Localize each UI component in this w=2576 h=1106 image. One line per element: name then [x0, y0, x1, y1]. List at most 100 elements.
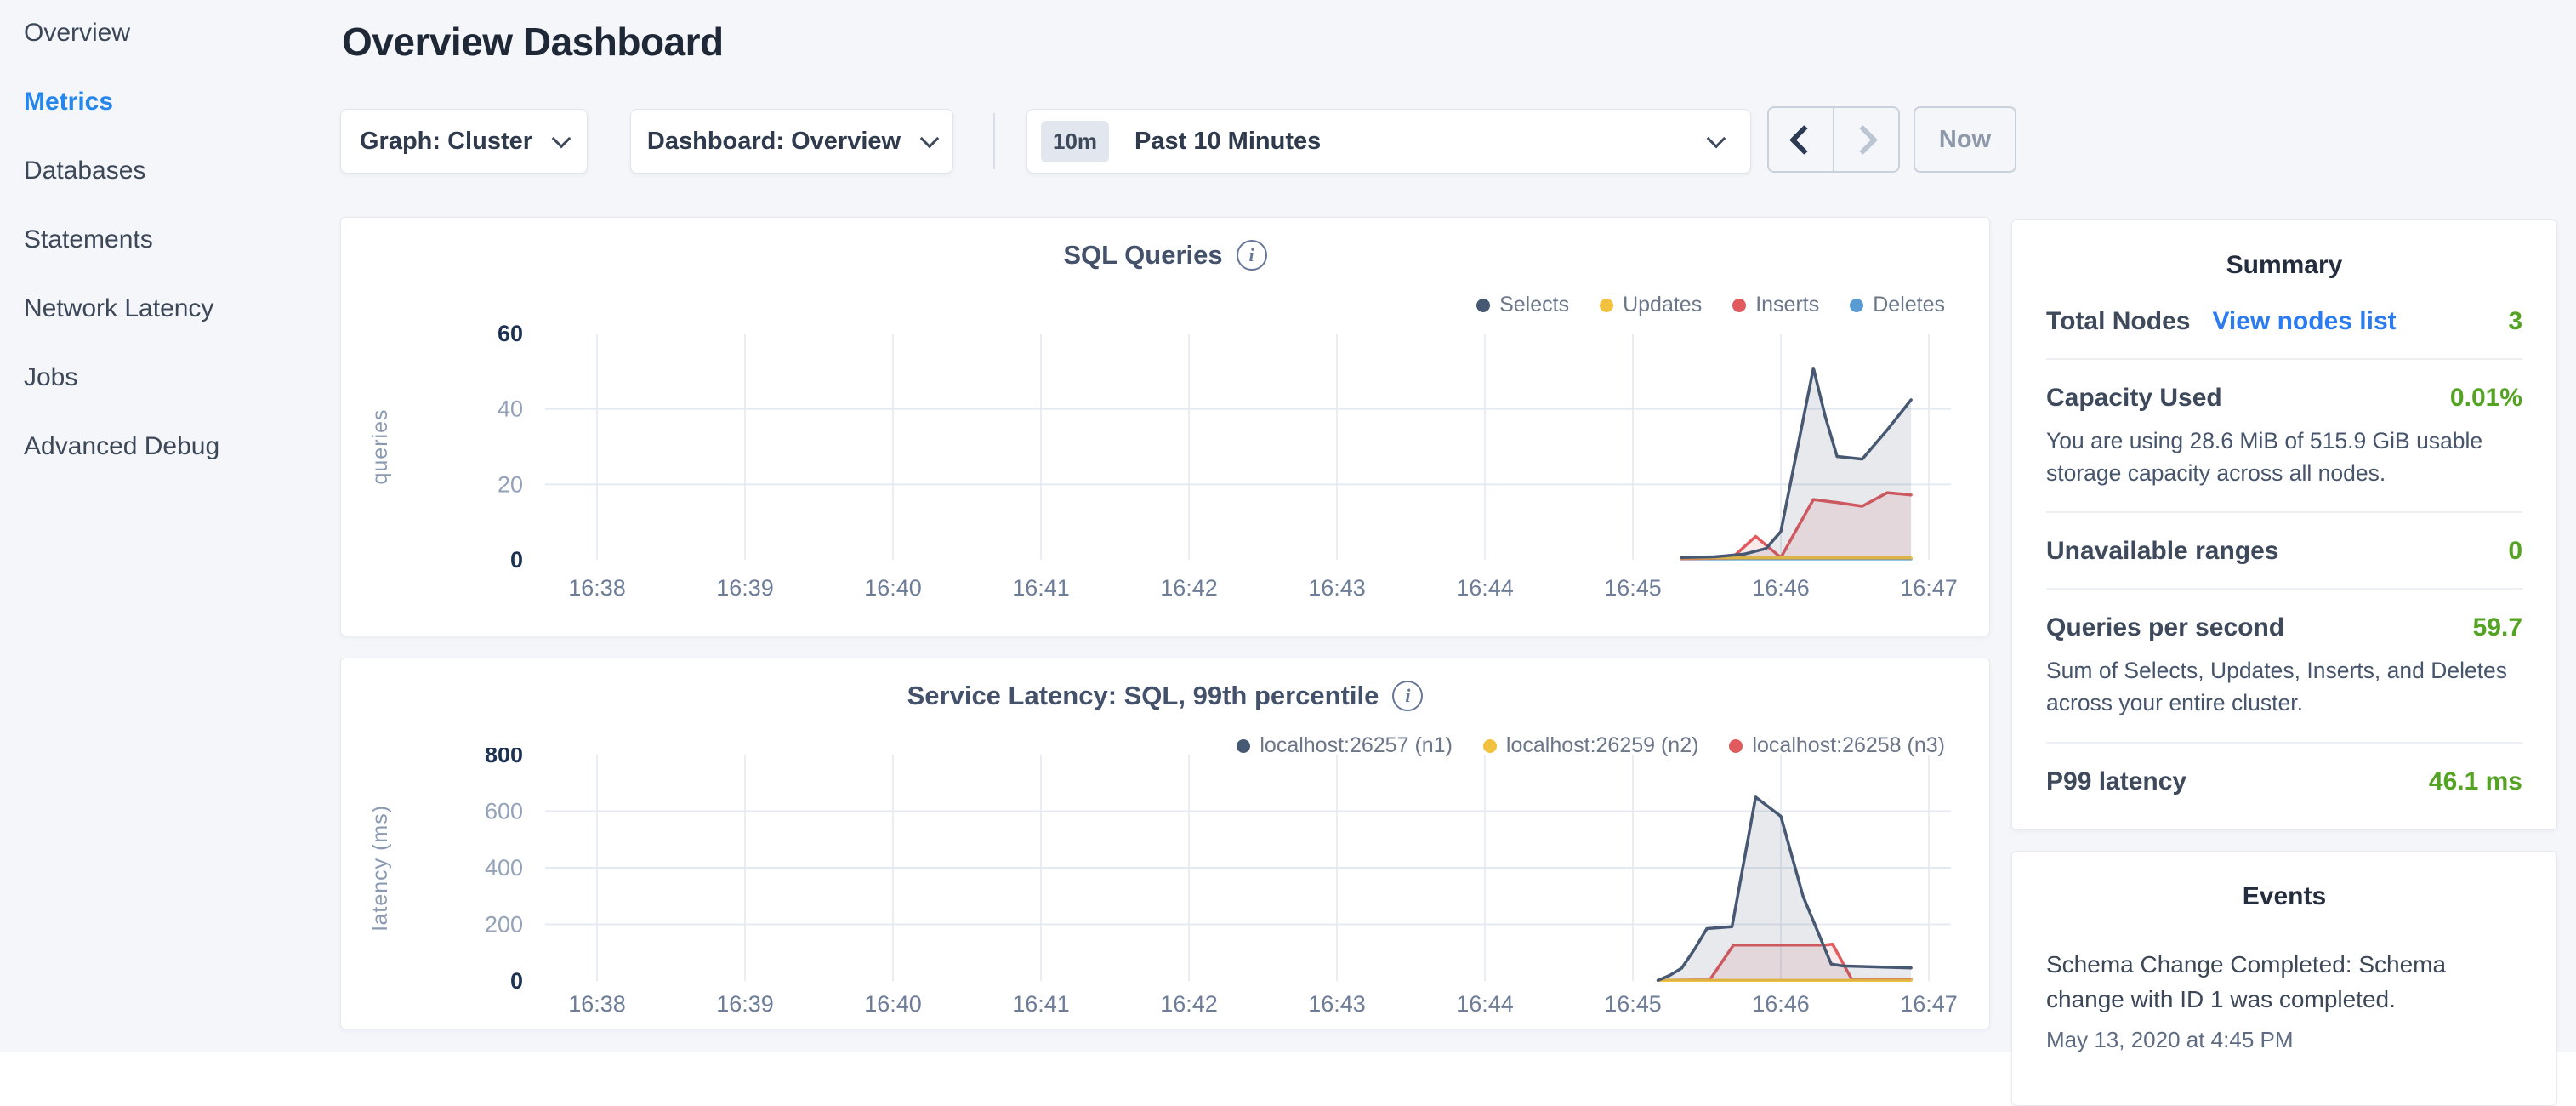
sidebar-item-network-latency[interactable]: Network Latency [0, 274, 340, 343]
svg-text:16:40: 16:40 [864, 991, 922, 1017]
now-button[interactable]: Now [1914, 106, 2016, 173]
sidebar-item-statements[interactable]: Statements [0, 205, 340, 274]
svg-text:16:44: 16:44 [1456, 991, 1514, 1017]
event-timestamp: May 13, 2020 at 4:45 PM [2046, 1027, 2522, 1053]
legend-item-deletes: Deletes [1850, 293, 1945, 317]
svg-text:16:47: 16:47 [1900, 575, 1958, 601]
svg-text:200: 200 [485, 912, 523, 938]
summary-subtext: You are using 28.6 MiB of 515.9 GiB usab… [2046, 425, 2522, 489]
legend-item-selects: Selects [1476, 293, 1569, 317]
service-latency-chart[interactable]: 0 200 400 600 800 16:38 16:39 16:40 16:41 16:42 16… [341, 748, 1991, 1029]
svg-text:16:41: 16:41 [1012, 991, 1070, 1017]
summary-label: Total Nodes [2046, 307, 2190, 336]
event-list-item: Schema Change Completed: Schema change w… [2012, 947, 2556, 1053]
sidebar: Overview Metrics Databases Statements Ne… [0, 0, 340, 481]
svg-text:16:41: 16:41 [1012, 575, 1070, 601]
summary-label: Unavailable ranges [2046, 537, 2278, 566]
svg-text:16:42: 16:42 [1160, 991, 1218, 1017]
svg-text:400: 400 [485, 855, 523, 881]
controls-divider [993, 113, 995, 169]
summary-value: 0 [2508, 537, 2522, 566]
legend-dot-icon [1732, 299, 1746, 312]
svg-text:16:43: 16:43 [1308, 575, 1366, 601]
chevron-down-icon [1707, 128, 1726, 148]
svg-text:16:44: 16:44 [1456, 575, 1514, 601]
legend-dot-icon [1850, 299, 1863, 312]
chevron-right-icon [1848, 124, 1878, 154]
summary-value: 46.1 ms [2429, 767, 2522, 796]
svg-text:16:45: 16:45 [1604, 575, 1662, 601]
events-panel: Events Schema Change Completed: Schema c… [2011, 851, 2557, 1106]
svg-text:16:38: 16:38 [568, 991, 626, 1017]
summary-row-total-nodes: Total Nodes View nodes list 3 [2046, 283, 2522, 360]
svg-text:600: 600 [485, 799, 523, 824]
svg-text:16:39: 16:39 [716, 991, 774, 1017]
svg-text:16:46: 16:46 [1752, 991, 1810, 1017]
time-window-prev-button[interactable] [1769, 108, 1834, 171]
summary-label: P99 latency [2046, 767, 2186, 796]
sql-queries-chart-panel: SQL Queries Selects Updates Inserts Deletes… [340, 217, 1990, 636]
sidebar-item-overview[interactable]: Overview [0, 0, 340, 67]
legend-dot-icon [1476, 299, 1490, 312]
legend-label: Selects [1499, 293, 1569, 317]
sql-queries-chart-title: SQL Queries [1063, 240, 1222, 271]
page-title: Overview Dashboard [342, 19, 724, 65]
svg-text:0: 0 [510, 968, 523, 994]
time-window-dropdown[interactable]: 10m Past 10 Minutes [1026, 109, 1751, 174]
event-text: Schema Change Completed: Schema change w… [2046, 947, 2522, 1018]
svg-text:16:38: 16:38 [568, 575, 626, 601]
time-window-label: Past 10 Minutes [1134, 128, 1321, 156]
summary-label: Queries per second [2046, 613, 2284, 642]
summary-title: Summary [2012, 251, 2556, 280]
summary-value: 59.7 [2473, 613, 2522, 642]
svg-text:16:47: 16:47 [1900, 991, 1958, 1017]
legend-label: Inserts [1755, 293, 1819, 317]
summary-row-unavailable-ranges: Unavailable ranges 0 [2046, 513, 2522, 590]
svg-text:16:40: 16:40 [864, 575, 922, 601]
time-window-badge: 10m [1041, 121, 1109, 162]
summary-label: Capacity Used [2046, 384, 2222, 413]
sql-queries-chart[interactable]: 020406016:3816:3916:4016:4116:4216:4316:… [341, 320, 1991, 637]
svg-text:0: 0 [510, 547, 523, 573]
legend-dot-icon [1600, 299, 1613, 312]
summary-panel: Summary Total Nodes View nodes list 3 Ca… [2011, 219, 2557, 830]
svg-text:20: 20 [498, 471, 523, 497]
svg-text:800: 800 [485, 748, 523, 767]
service-latency-chart-panel: Service Latency: SQL, 99th percentile lo… [340, 658, 1990, 1029]
sql-queries-legend: Selects Updates Inserts Deletes [1476, 293, 1945, 317]
legend-label: Deletes [1873, 293, 1945, 317]
events-title: Events [2012, 882, 2556, 911]
summary-row-p99-latency: P99 latency 46.1 ms [2046, 744, 2522, 818]
summary-row-queries-per-second: Queries per second 59.7 Sum of Selects, … [2046, 590, 2522, 743]
svg-text:16:45: 16:45 [1604, 991, 1662, 1017]
sidebar-item-databases[interactable]: Databases [0, 136, 340, 205]
service-latency-chart-title: Service Latency: SQL, 99th percentile [907, 681, 1379, 711]
info-icon[interactable] [1237, 240, 1267, 271]
summary-value: 0.01% [2450, 384, 2522, 413]
sidebar-item-jobs[interactable]: Jobs [0, 343, 340, 412]
svg-text:16:39: 16:39 [716, 575, 774, 601]
svg-text:16:46: 16:46 [1752, 575, 1810, 601]
chevron-left-icon [1789, 124, 1819, 154]
summary-row-capacity-used: Capacity Used 0.01% You are using 28.6 M… [2046, 360, 2522, 513]
dashboard-dropdown[interactable]: Dashboard: Overview [630, 109, 953, 174]
legend-item-inserts: Inserts [1732, 293, 1819, 317]
time-window-pager [1767, 106, 1900, 173]
graph-scope-dropdown-label: Graph: Cluster [360, 128, 532, 156]
svg-text:latency (ms): latency (ms) [368, 805, 392, 931]
chevron-down-icon [920, 128, 940, 148]
summary-value: 3 [2508, 307, 2522, 336]
svg-text:16:42: 16:42 [1160, 575, 1218, 601]
info-icon[interactable] [1392, 681, 1423, 711]
time-window-next-button[interactable] [1834, 108, 1898, 171]
dashboard-dropdown-label: Dashboard: Overview [647, 128, 901, 156]
svg-text:16:43: 16:43 [1308, 991, 1366, 1017]
view-nodes-list-link[interactable]: View nodes list [2212, 307, 2396, 336]
sidebar-item-metrics[interactable]: Metrics [0, 67, 340, 136]
summary-subtext: Sum of Selects, Updates, Inserts, and De… [2046, 655, 2522, 719]
sidebar-item-advanced-debug[interactable]: Advanced Debug [0, 412, 340, 481]
legend-label: Updates [1623, 293, 1702, 317]
legend-item-updates: Updates [1600, 293, 1702, 317]
svg-text:40: 40 [498, 396, 523, 422]
graph-scope-dropdown[interactable]: Graph: Cluster [340, 109, 588, 174]
